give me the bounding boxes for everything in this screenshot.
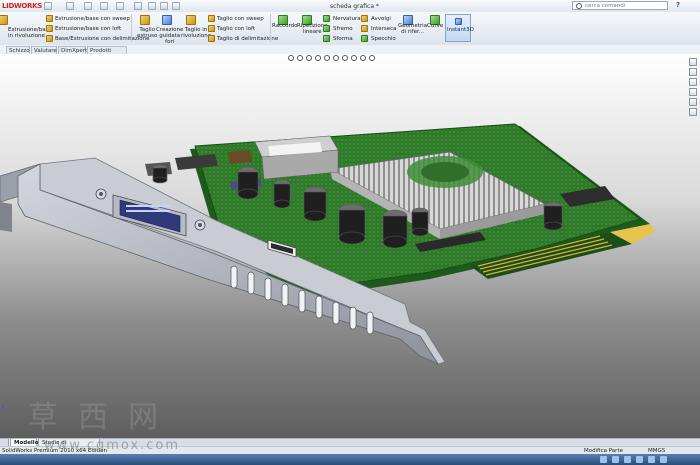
lofted-cut-icon bbox=[208, 25, 215, 32]
search-input[interactable]: cerca comandi bbox=[572, 1, 668, 10]
hole-wizard-button[interactable]: Creazione guidata fori bbox=[156, 27, 183, 45]
loft-boss-icon bbox=[46, 25, 53, 32]
shell-icon bbox=[323, 25, 330, 32]
resources-icon[interactable] bbox=[689, 58, 697, 66]
view-palette-icon[interactable] bbox=[689, 88, 697, 96]
tab-office-products[interactable]: Prodotti Office bbox=[87, 46, 127, 62]
tray-icon[interactable] bbox=[636, 456, 643, 463]
tab-evaluate[interactable]: Valutare bbox=[31, 46, 57, 54]
lofted-cut-button[interactable]: Taglio con loft bbox=[217, 26, 255, 32]
wrap-button[interactable]: Avvolgi bbox=[371, 16, 391, 22]
mirror-button[interactable]: Specchio bbox=[371, 36, 396, 42]
boundary-boss-icon bbox=[46, 35, 53, 42]
select-icon[interactable] bbox=[134, 2, 142, 10]
instant3d-label: Instant3D bbox=[447, 27, 474, 33]
intersect-icon bbox=[361, 25, 368, 32]
open-file-icon[interactable] bbox=[66, 2, 74, 10]
taskbar bbox=[0, 454, 700, 465]
tray-icon[interactable] bbox=[600, 456, 607, 463]
revolved-cut-icon[interactable] bbox=[186, 15, 196, 25]
appearances-icon[interactable] bbox=[689, 98, 697, 106]
custom-properties-icon[interactable] bbox=[689, 108, 697, 116]
tray-icon[interactable] bbox=[624, 456, 631, 463]
tray-icon[interactable] bbox=[660, 456, 667, 463]
swept-cut-icon bbox=[208, 15, 215, 22]
hole-wizard-icon[interactable] bbox=[162, 15, 172, 25]
wrap-icon bbox=[361, 15, 368, 22]
graphics-area[interactable]: ↗ bbox=[0, 54, 700, 438]
draft-button[interactable]: Sforma bbox=[333, 36, 353, 42]
tray-icon[interactable] bbox=[648, 456, 655, 463]
tab-dimxpert[interactable]: DimXpert bbox=[58, 46, 87, 54]
rebuild-icon[interactable] bbox=[148, 2, 156, 10]
sweep-boss-button[interactable]: Estrusione/base con sweep bbox=[55, 16, 130, 22]
app-logo: LIDWORKS bbox=[2, 2, 43, 10]
boundary-cut-icon bbox=[208, 35, 215, 42]
pcb-model bbox=[0, 123, 655, 365]
triad-icon: ↗ bbox=[0, 404, 6, 411]
options-icon[interactable] bbox=[160, 2, 168, 10]
tray-icon[interactable] bbox=[612, 456, 619, 463]
fillet-button[interactable]: Raccordo bbox=[272, 23, 298, 29]
task-pane-tabs bbox=[686, 54, 700, 124]
tab-sketch[interactable]: Schizzo bbox=[6, 46, 30, 54]
curves-button[interactable]: Curve bbox=[427, 23, 443, 29]
mirror-icon bbox=[361, 35, 368, 42]
draft-icon bbox=[323, 35, 330, 42]
loft-boss-button[interactable]: Estrusione/base con loft bbox=[55, 26, 121, 32]
new-file-icon[interactable] bbox=[44, 2, 52, 10]
swept-cut-button[interactable]: Taglio con sweep bbox=[217, 16, 264, 22]
sweep-boss-icon bbox=[46, 15, 53, 22]
boundary-boss-button[interactable]: Base/Estrusione con delimitazione bbox=[55, 36, 149, 42]
rib-icon bbox=[323, 15, 330, 22]
watermark: 草西网 bbox=[28, 400, 178, 435]
search-placeholder: cerca comandi bbox=[585, 3, 626, 9]
extruded-cut-icon[interactable] bbox=[140, 15, 150, 25]
print-icon[interactable] bbox=[100, 2, 108, 10]
save-icon[interactable] bbox=[84, 2, 92, 10]
watermark-url: www.cgmox.com bbox=[44, 438, 181, 453]
reference-geometry-button[interactable]: Geometria di rifer... bbox=[398, 23, 427, 35]
instant3d-icon bbox=[455, 18, 462, 25]
search-icon bbox=[576, 3, 582, 9]
design-library-icon[interactable] bbox=[689, 68, 697, 76]
file-explorer-icon[interactable] bbox=[689, 78, 697, 86]
extruded-cut-button[interactable]: Taglio estruso bbox=[137, 27, 157, 39]
intersect-button[interactable]: Interseca bbox=[371, 26, 397, 32]
revolved-cut-button[interactable]: Taglio in rivoluzione bbox=[181, 27, 211, 39]
command-manager: Estrusione/base in rivoluzione Estrusion… bbox=[0, 12, 700, 46]
help-icon[interactable]: ? bbox=[676, 1, 685, 10]
rib-button[interactable]: Nervatura bbox=[333, 16, 361, 22]
undo-icon[interactable] bbox=[116, 2, 124, 10]
instant3d-button[interactable]: Instant3D bbox=[445, 14, 474, 42]
shell-button[interactable]: Sfremo bbox=[333, 26, 353, 32]
extrude-boss-icon[interactable] bbox=[0, 15, 8, 25]
customize-icon[interactable] bbox=[172, 2, 180, 10]
document-title: scheda grafica * bbox=[330, 3, 379, 10]
